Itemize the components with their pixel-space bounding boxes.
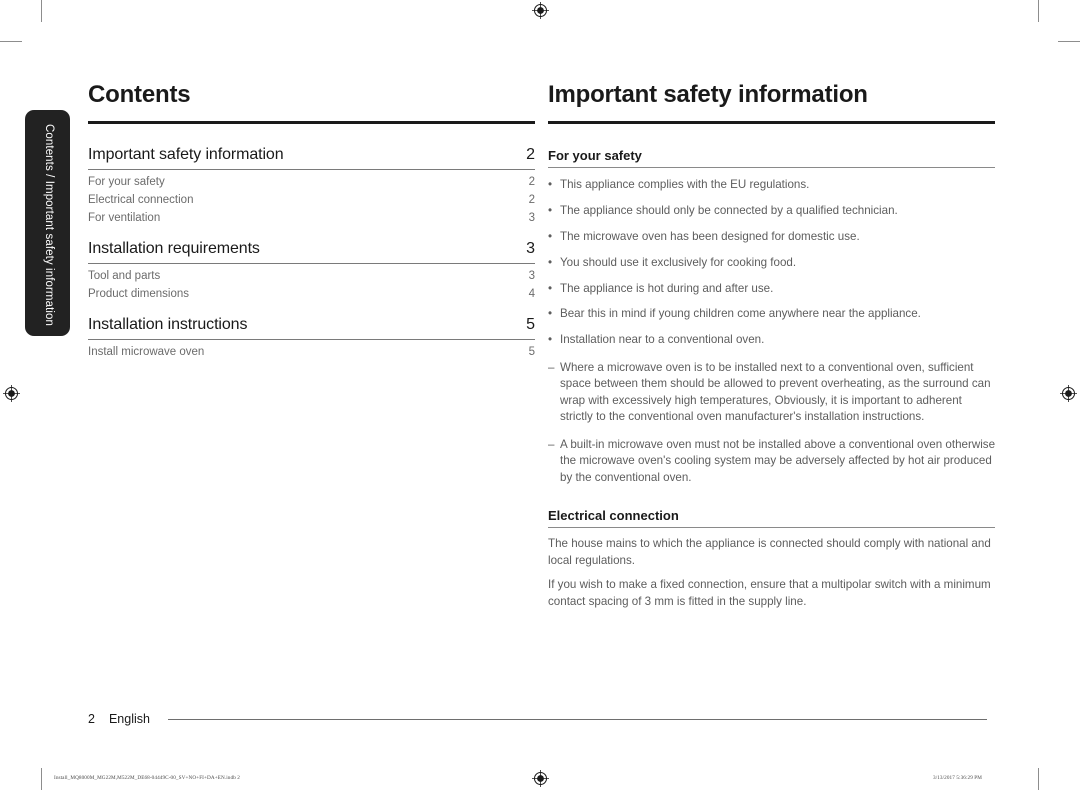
toc-sub-page: 4 [528,288,535,301]
list-item: • The appliance should only be connected… [548,203,995,220]
dash-icon: – [548,437,555,451]
toc-sub-label: Product dimensions [88,288,189,301]
contents-title: Contents [88,81,191,108]
list-item-text: Installation near to a conventional oven… [560,333,765,347]
list-item-text: This appliance complies with the EU regu… [560,178,810,192]
sub-list-item: – A built-in microwave oven must not be … [548,437,995,486]
toc-entry-sub[interactable]: Tool and parts 3 [88,264,535,282]
print-file-name: Install_MQ8000M_MG22M,M522M_DE68-04449C-… [54,775,240,781]
bullet-icon: • [548,307,553,321]
toc-entry-label: Important safety information [88,146,284,164]
list-item: • The microwave oven has been designed f… [548,229,995,246]
paragraph: The house mains to which the appliance i… [548,537,991,567]
sub-list-item: – Where a microwave oven is to be instal… [548,360,995,426]
toc-entry-sub[interactable]: Product dimensions 4 [88,282,535,300]
safety-information-title: Important safety information [548,81,868,108]
list-item: • Bear this in mind if young children co… [548,306,995,323]
contents-title-rule [88,121,535,125]
dash-icon: – [548,360,555,374]
for-your-safety-bullet-list: • This appliance complies with the EU re… [548,177,995,486]
section-heading-for-your-safety: For your safety [548,148,995,169]
toc-entry-label: Installation requirements [88,240,260,258]
list-item-text: Bear this in mind if young children come… [560,307,921,321]
crop-mark-bottom-right-vertical [1038,768,1039,790]
safety-information-title-rule [548,121,995,125]
bullet-icon: • [548,333,553,347]
safety-information-column: Important safety information For your sa… [548,81,995,610]
registration-mark-bottom-center [532,770,549,787]
page-footer: 2 English [88,712,987,726]
toc-sub-label: For your safety [88,176,165,189]
sub-list-item-text: A built-in microwave oven must not be in… [560,437,996,484]
paragraph: If you wish to make a fixed connection, … [548,577,991,608]
crop-mark-top-left-horizontal [0,41,22,42]
crop-mark-top-right-horizontal [1058,41,1080,42]
document-page: Contents / Important safety information … [0,0,1080,790]
list-item: • Installation near to a conventional ov… [548,332,995,349]
footer-page-number: 2 [88,712,95,726]
toc-entry-sub[interactable]: Electrical connection 2 [88,188,535,206]
toc-entry-sub[interactable]: Install microwave oven 5 [88,340,535,358]
toc-entry-page: 3 [526,240,535,258]
table-of-contents: Important safety information 2 For your … [88,146,535,358]
toc-sub-page: 3 [528,212,535,225]
footer-language: English [108,712,150,726]
crop-mark-top-right-vertical [1038,0,1039,22]
list-item-text: The microwave oven has been designed for… [560,229,860,243]
registration-mark-top-center [532,2,549,19]
toc-group: Important safety information 2 For your … [88,146,535,224]
toc-sub-page: 5 [528,346,535,359]
toc-sub-page: 2 [528,194,535,207]
print-timestamp: 3/13/2017 5:36:29 PM [933,775,982,781]
toc-sub-page: 3 [528,270,535,283]
toc-entry-page: 5 [526,316,535,334]
toc-entry-page: 2 [526,146,535,164]
footer-rule [167,718,987,720]
bullet-icon: • [548,204,553,218]
toc-group: Installation requirements 3 Tool and par… [88,240,535,300]
bullet-icon: • [548,255,553,269]
toc-sub-page: 2 [528,176,535,189]
bullet-icon: • [548,281,553,295]
toc-entry-sub[interactable]: For ventilation 3 [88,206,535,224]
chapter-side-tab: Contents / Important safety information [25,110,70,336]
toc-entry-label: Installation instructions [88,316,248,334]
registration-mark-left-center [3,385,20,402]
registration-mark-right-center [1060,385,1077,402]
crop-mark-top-left-vertical [41,0,42,22]
sub-list-item-text: Where a microwave oven is to be installe… [560,360,991,424]
list-item: • The appliance is hot during and after … [548,281,995,298]
toc-sub-label: Install microwave oven [88,346,205,359]
toc-sub-label: Tool and parts [88,270,161,283]
toc-sub-label: Electrical connection [88,194,194,207]
toc-entry-major[interactable]: Important safety information 2 [88,146,535,171]
toc-entry-major[interactable]: Installation requirements 3 [88,240,535,265]
crop-mark-bottom-left-vertical [41,768,42,790]
bullet-icon: • [548,178,553,192]
list-item-text: The appliance should only be connected b… [560,204,898,218]
bullet-icon: • [548,229,553,243]
list-item: • You should use it exclusively for cook… [548,255,995,272]
toc-group: Installation instructions 5 Install micr… [88,316,535,358]
list-item-text: You should use it exclusively for cookin… [560,255,797,269]
toc-entry-sub[interactable]: For your safety 2 [88,170,535,188]
toc-entry-major[interactable]: Installation instructions 5 [88,316,535,341]
list-item: • This appliance complies with the EU re… [548,177,995,194]
toc-sub-label: For ventilation [88,212,161,225]
section-heading-electrical-connection: Electrical connection [548,508,995,529]
chapter-side-tab-label: Contents / Important safety information [43,124,55,327]
contents-column: Contents Important safety information 2 … [88,81,535,374]
list-item-text: The appliance is hot during and after us… [560,281,774,295]
